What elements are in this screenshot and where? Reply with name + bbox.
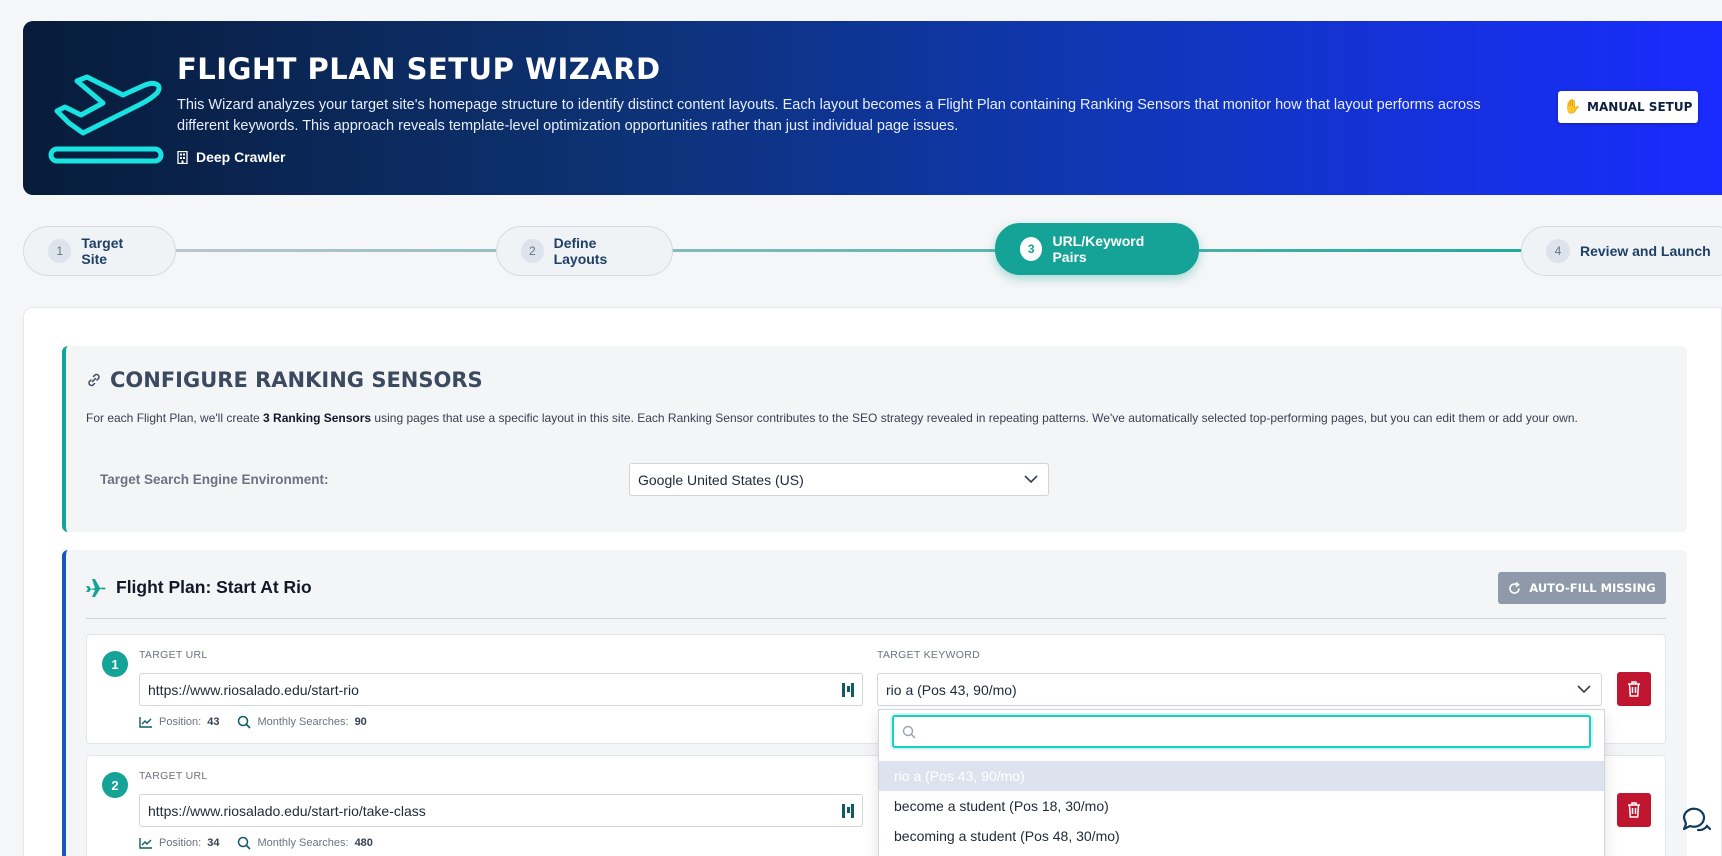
page-structure-icon — [842, 682, 854, 697]
refresh-icon — [1509, 581, 1521, 594]
wizard-header: Flight Plan Setup Wizard This Wizard ana… — [23, 21, 1722, 195]
step-review-launch[interactable]: 4 Review and Launch — [1521, 226, 1722, 276]
target-url-label: TARGET URL — [139, 770, 208, 782]
position-label: Position: — [159, 837, 202, 849]
step-label: Define Layouts — [553, 235, 608, 267]
delete-sensor-button[interactable] — [1617, 793, 1651, 827]
target-keyword-label: TARGET KEYWORD — [877, 649, 980, 661]
configure-description: For each Flight Plan, we'll create 3 Ran… — [86, 411, 1578, 425]
keyword-dropdown: rio a (Pos 43, 90/mo) become a student (… — [878, 709, 1605, 856]
env-label: Target Search Engine Environment: — [100, 472, 329, 487]
manual-setup-button[interactable]: ✋ Manual Setup — [1558, 91, 1698, 123]
desc-part-2: using pages that use a specific layout i… — [371, 411, 1578, 425]
hand-icon: ✋ — [1563, 99, 1582, 115]
step-label: Review and Launch — [1580, 243, 1711, 259]
search-icon — [902, 725, 916, 739]
step-number: 2 — [521, 239, 544, 263]
searches-value: 480 — [354, 837, 373, 849]
building-icon — [177, 150, 188, 164]
search-icon — [238, 715, 252, 729]
stepper-line — [175, 249, 1535, 252]
delete-sensor-button[interactable] — [1617, 672, 1651, 706]
target-url-input[interactable]: https://www.riosalado.edu/start-rio — [139, 673, 863, 706]
sensor-number-badge: 2 — [102, 772, 128, 798]
step-label: URL/Keyword Pairs — [1052, 233, 1145, 265]
chevron-down-icon — [1577, 685, 1591, 694]
page-title: Flight Plan Setup Wizard — [177, 52, 661, 86]
target-url-label: TARGET URL — [139, 649, 208, 661]
trend-chart-icon — [139, 838, 152, 849]
wizard-description: This Wizard analyzes your target site's … — [177, 97, 1481, 134]
keyword-option[interactable]: rio a (Pos 43, 90/mo) — [879, 761, 1604, 791]
crawler-indicator: Deep Crawler — [177, 149, 285, 165]
step-number: 3 — [1020, 237, 1043, 261]
desc-bold: 3 Ranking Sensors — [263, 411, 372, 425]
keyword-search-input[interactable] — [892, 715, 1591, 748]
position-label: Position: — [159, 716, 202, 728]
link-icon — [88, 373, 100, 387]
step-number: 1 — [48, 239, 72, 263]
chat-icon[interactable] — [1680, 804, 1712, 836]
keyword-option[interactable]: becoming a student (Pos 48, 30/mo) — [879, 821, 1604, 851]
search-engine-value: Google United States (US) — [638, 471, 804, 488]
flight-plan-title: Flight Plan: Start At Rio — [86, 577, 312, 598]
searches-label: Monthly Searches: — [257, 837, 349, 849]
plane-icon — [86, 578, 106, 597]
trash-icon — [1628, 681, 1640, 697]
airplane-takeoff-icon — [48, 74, 164, 164]
target-url-value: https://www.riosalado.edu/start-rio/take… — [148, 802, 426, 819]
step-target-site[interactable]: 1 Target Site — [23, 226, 176, 276]
keyword-option[interactable]: become a student (Pos 18, 30/mo) — [879, 791, 1604, 821]
trash-icon — [1628, 802, 1640, 818]
target-keyword-value: rio a (Pos 43, 90/mo) — [886, 681, 1017, 698]
auto-fill-label: Auto-fill Missing — [1529, 581, 1656, 595]
configure-title-text: Configure Ranking Sensors — [110, 368, 483, 392]
step-url-keyword-pairs[interactable]: 3 URL/Keyword Pairs — [995, 223, 1199, 275]
target-url-value: https://www.riosalado.edu/start-rio — [148, 681, 359, 698]
desc-part-1: For each Flight Plan, we'll create — [86, 411, 264, 425]
trend-chart-icon — [139, 717, 152, 728]
auto-fill-button[interactable]: Auto-fill Missing — [1498, 572, 1666, 604]
step-label: Target Site — [81, 235, 124, 267]
configure-title: Configure Ranking Sensors — [86, 368, 483, 392]
target-url-input[interactable]: https://www.riosalado.edu/start-rio/take… — [139, 794, 863, 827]
target-keyword-select[interactable]: rio a (Pos 43, 90/mo) — [877, 673, 1602, 706]
sensor-metrics: Position: 43 Monthly Searches: 90 — [139, 715, 367, 729]
searches-value: 90 — [354, 716, 367, 728]
manual-setup-label: Manual Setup — [1587, 100, 1693, 114]
step-number: 4 — [1546, 239, 1570, 263]
chevron-down-icon — [1024, 475, 1038, 484]
search-engine-select[interactable]: Google United States (US) — [629, 463, 1049, 496]
flight-plan-name: Flight Plan: Start At Rio — [116, 577, 312, 597]
sensor-number-badge: 1 — [102, 651, 128, 677]
divider — [86, 618, 1666, 619]
position-value: 34 — [207, 837, 220, 849]
position-value: 43 — [207, 716, 220, 728]
configure-section: Configure Ranking Sensors For each Fligh… — [62, 346, 1687, 532]
sensor-metrics: Position: 34 Monthly Searches: 480 — [139, 836, 373, 850]
step-define-layouts[interactable]: 2 Define Layouts — [496, 226, 673, 276]
crawler-label: Deep Crawler — [196, 149, 286, 165]
search-icon — [238, 836, 252, 850]
page-structure-icon — [842, 803, 854, 818]
searches-label: Monthly Searches: — [257, 716, 349, 728]
